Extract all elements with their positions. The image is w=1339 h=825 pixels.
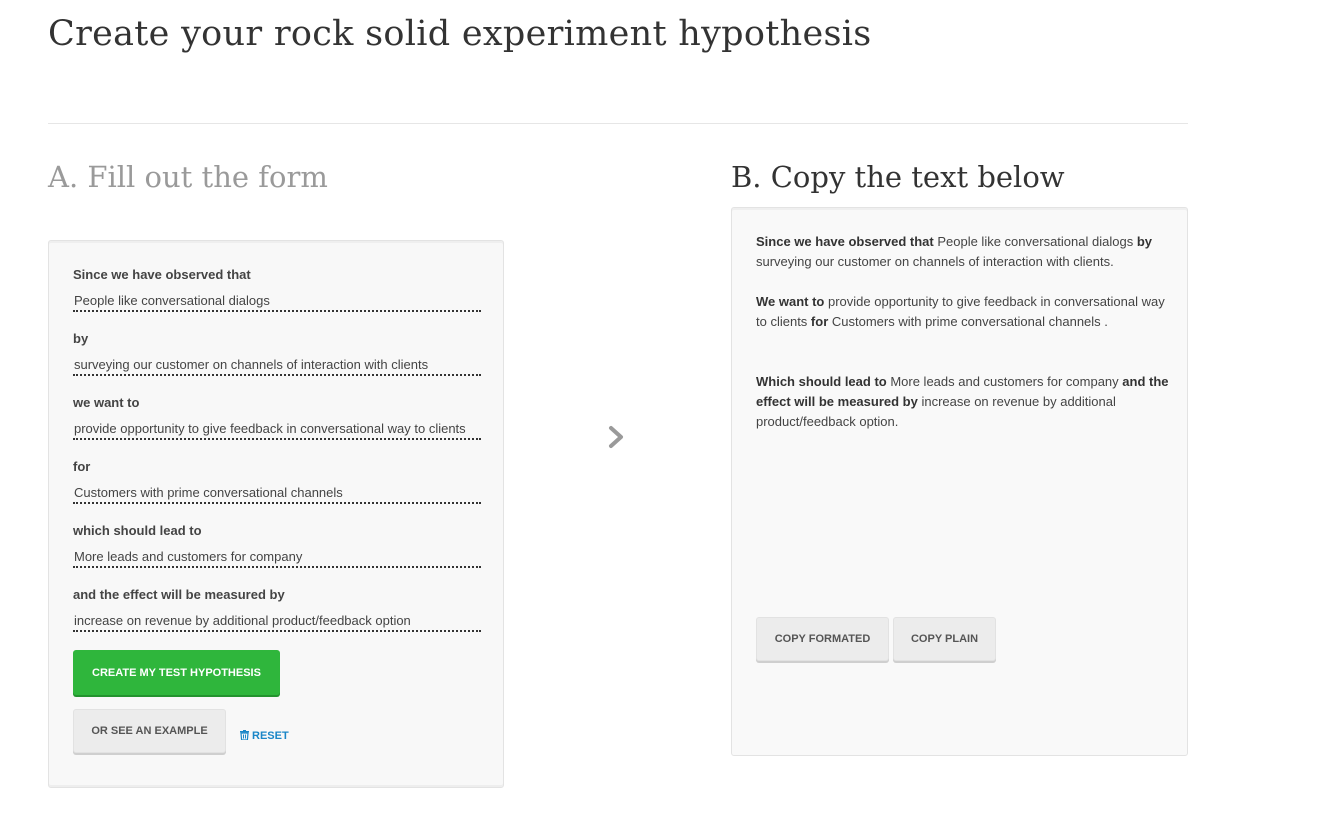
for-input[interactable] [73, 482, 481, 504]
title-divider [48, 123, 1188, 124]
lead-to-label: which should lead to [73, 523, 202, 538]
want-to-input[interactable] [73, 418, 481, 440]
section-b-title: B. Copy the text below [731, 160, 1065, 194]
page-title: Create your rock solid experiment hypoth… [48, 14, 872, 54]
hypothesis-output: Since we have observed that People like … [731, 207, 1188, 756]
output-paragraph-lead: Which should lead to More leads and cust… [756, 374, 1169, 429]
output-paragraph-observed: Since we have observed that People like … [756, 234, 1152, 269]
want-to-label: we want to [73, 395, 140, 410]
reset-link[interactable]: RESET [240, 730, 289, 743]
reset-label: RESET [252, 730, 289, 742]
measured-by-label: and the effect will be measured by [73, 587, 285, 602]
observed-label: Since we have observed that [73, 267, 251, 282]
section-a-title: A. Fill out the form [48, 160, 328, 194]
by-input[interactable] [73, 354, 481, 376]
lead-to-input[interactable] [73, 546, 481, 568]
measured-by-input[interactable] [73, 610, 481, 632]
output-paragraph-want: We want to provide opportunity to give f… [756, 294, 1165, 329]
copy-plain-button[interactable]: COPY PLAIN [893, 617, 996, 661]
for-label: for [73, 459, 91, 474]
copy-formatted-button[interactable]: COPY FORMATED [756, 617, 889, 661]
observed-input[interactable] [73, 290, 481, 312]
by-label: by [73, 331, 89, 346]
chevron-right-icon [608, 425, 626, 454]
hypothesis-form: Since we have observed that by we want t… [48, 240, 504, 788]
create-hypothesis-button[interactable]: CREATE MY TEST HYPOTHESIS [73, 650, 280, 695]
trash-icon [240, 730, 249, 743]
see-example-button[interactable]: OR SEE AN EXAMPLE [73, 709, 226, 753]
